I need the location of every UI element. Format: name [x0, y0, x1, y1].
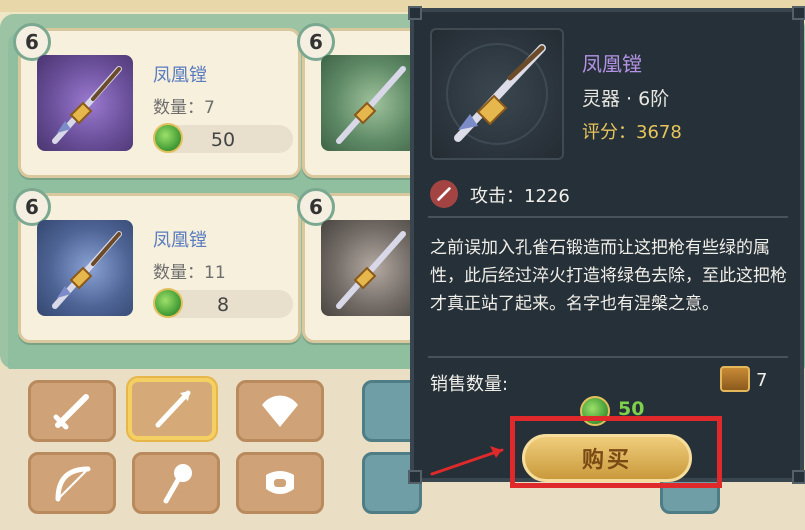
category-spear-button[interactable]: [128, 378, 216, 440]
spear-image: [37, 55, 133, 151]
highlight-box: [510, 416, 722, 488]
item-name: 凤凰镗: [153, 230, 207, 251]
category-axe-button[interactable]: [132, 452, 220, 514]
arrow-icon: [430, 446, 504, 476]
spear-image: [321, 55, 417, 151]
bow-icon: [55, 466, 91, 502]
detail-item-score: 评分：3678: [582, 122, 682, 143]
detail-description: 之前误加入孔雀石锻造而让这把枪有些绿的属性，此后经过淬火打造将绿色去除，至此这把…: [430, 238, 787, 314]
detail-item-type: 灵器 · 6阶: [582, 88, 670, 110]
detail-attack: 攻击：1226: [470, 186, 570, 207]
detail-item-name: 凤凰镗: [582, 52, 642, 76]
popup-corner: [792, 6, 805, 20]
category-fan-button[interactable]: [236, 380, 324, 442]
item-price: 50: [210, 129, 236, 151]
item-card[interactable]: 6 凤凰镗 数量：7 50: [13, 23, 301, 178]
item-quantity: 数量：7: [153, 98, 215, 118]
popup-corner: [408, 6, 422, 20]
attack-icon: [430, 180, 458, 208]
item-detail-popup: 凤凰镗 灵器 · 6阶 评分：3678 攻击：1226 之前误加入孔雀石锻造而让…: [408, 6, 805, 484]
item-price: 8: [216, 294, 230, 316]
axe-icon: [163, 464, 192, 504]
spear-icon: [336, 66, 406, 144]
fan-icon: [262, 395, 298, 427]
divider: [428, 356, 788, 358]
stock-count: 7: [756, 370, 768, 391]
item-name: 凤凰镗: [153, 65, 207, 86]
spear-icon: [52, 66, 122, 144]
category-bow-button[interactable]: [28, 452, 116, 514]
spear-icon: [446, 43, 548, 145]
divider: [428, 216, 788, 218]
sword-icon: [53, 394, 89, 430]
popup-corner: [408, 470, 422, 484]
sell-quantity-label: 销售数量:: [430, 374, 509, 395]
treasure-chest-icon: [720, 366, 750, 392]
spear-icon: [336, 231, 406, 309]
category-ring-button[interactable]: [236, 452, 324, 514]
spear-icon: [155, 390, 191, 428]
popup-corner: [792, 470, 805, 484]
ring-icon: [266, 471, 294, 494]
category-sword-button[interactable]: [28, 380, 116, 442]
item-card[interactable]: 6 凤凰镗 数量：11 8: [13, 188, 301, 343]
spear-image: [37, 220, 133, 316]
item-quantity: 数量：11: [153, 263, 226, 283]
spear-image: [321, 220, 417, 316]
spear-icon: [52, 231, 122, 309]
item-large-image: [430, 28, 564, 160]
